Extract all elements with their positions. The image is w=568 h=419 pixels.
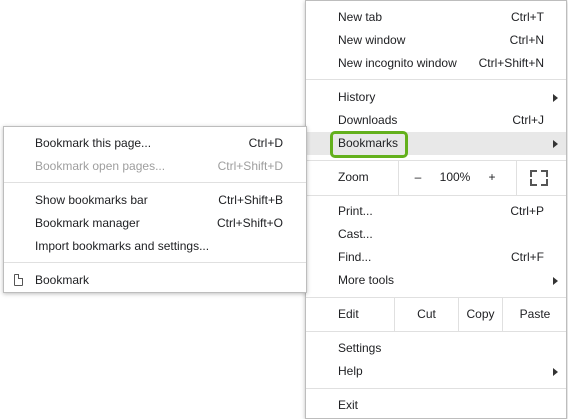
edit-label: Edit [338,307,359,321]
bookmark-page-label: Bookmark this page... [35,136,152,150]
submenu-arrow-icon [553,368,558,376]
menu-item-import-bookmarks[interactable]: Import bookmarks and settings... [4,235,306,258]
menu-separator [4,182,306,183]
downloads-label: Downloads [338,113,398,127]
bookmark-open-pages-label: Bookmark open pages... [35,159,166,173]
new-incognito-shortcut: Ctrl+Shift+N [478,56,544,70]
zoom-divider [516,161,517,195]
menu-item-show-bookmarks-bar[interactable]: Show bookmarks bar Ctrl+Shift+B [4,189,306,212]
more-tools-label: More tools [338,273,395,287]
menu-item-more-tools[interactable]: More tools [306,269,566,292]
menu-item-find[interactable]: Find... Ctrl+F [306,246,566,269]
print-label: Print... [338,204,373,218]
menu-item-history[interactable]: History [306,86,566,109]
new-window-label: New window [338,33,406,47]
menu-separator [306,331,566,332]
new-window-shortcut: Ctrl+N [509,33,544,47]
help-label: Help [338,364,363,378]
paste-button[interactable]: Paste [503,298,567,331]
chrome-main-menu: New tab Ctrl+T New window Ctrl+N New inc… [305,0,567,419]
find-label: Find... [338,250,372,264]
zoom-level: 100% [439,170,471,184]
cast-label: Cast... [338,227,373,241]
submenu-arrow-icon [553,277,558,285]
bookmark-manager-label: Bookmark manager [35,216,140,230]
bookmarks-submenu: Bookmark this page... Ctrl+D Bookmark op… [3,126,307,293]
bookmarks-label: Bookmarks [338,136,399,150]
menu-item-new-incognito-window[interactable]: New incognito window Ctrl+Shift+N [306,52,566,75]
menu-item-print[interactable]: Print... Ctrl+P [306,200,566,223]
fullscreen-icon[interactable] [530,170,548,186]
menu-separator [306,79,566,80]
new-tab-label: New tab [338,10,383,24]
menu-separator [306,388,566,389]
find-shortcut: Ctrl+F [511,250,544,264]
show-bar-label: Show bookmarks bar [35,193,148,207]
menu-item-downloads[interactable]: Downloads Ctrl+J [306,109,566,132]
history-label: History [338,90,376,104]
menu-item-exit[interactable]: Exit [306,394,566,417]
menu-item-settings[interactable]: Settings [306,337,566,360]
zoom-in-button[interactable]: + [480,161,504,195]
menu-separator [306,195,566,196]
zoom-out-button[interactable]: – [406,161,430,195]
downloads-shortcut: Ctrl+J [512,113,544,127]
page-icon [14,274,23,286]
submenu-arrow-icon [553,94,558,102]
menu-item-bookmarks[interactable]: Bookmarks [306,131,566,158]
exit-label: Exit [338,398,359,412]
menu-item-cast[interactable]: Cast... [306,223,566,246]
zoom-row: Zoom – 100% + [306,161,566,195]
new-incognito-label: New incognito window [338,56,457,70]
edit-row: Edit Cut Copy Paste [306,298,566,331]
new-tab-shortcut: Ctrl+T [511,10,544,24]
bookmark-entry-label: Bookmark [35,273,90,287]
copy-button[interactable]: Copy [459,298,502,331]
bookmark-page-shortcut: Ctrl+D [248,136,283,150]
settings-label: Settings [338,341,382,355]
menu-item-bookmark-open-pages: Bookmark open pages... Ctrl+Shift+D [4,155,306,178]
import-label: Import bookmarks and settings... [35,239,210,253]
print-shortcut: Ctrl+P [510,204,544,218]
show-bar-shortcut: Ctrl+Shift+B [218,193,283,207]
bookmark-open-pages-shortcut: Ctrl+Shift+D [217,159,283,173]
menu-item-new-tab[interactable]: New tab Ctrl+T [306,6,566,29]
submenu-arrow-icon [553,140,558,148]
cut-button[interactable]: Cut [395,298,458,331]
menu-item-help[interactable]: Help [306,360,566,383]
menu-separator [4,262,306,263]
menu-item-bookmark-this-page[interactable]: Bookmark this page... Ctrl+D [4,132,306,155]
menu-item-new-window[interactable]: New window Ctrl+N [306,29,566,52]
zoom-divider [398,161,399,195]
zoom-label: Zoom [338,170,369,184]
menu-item-bookmark-manager[interactable]: Bookmark manager Ctrl+Shift+O [4,212,306,235]
bookmark-manager-shortcut: Ctrl+Shift+O [216,216,283,230]
bookmark-entry[interactable]: Bookmark [4,269,306,292]
